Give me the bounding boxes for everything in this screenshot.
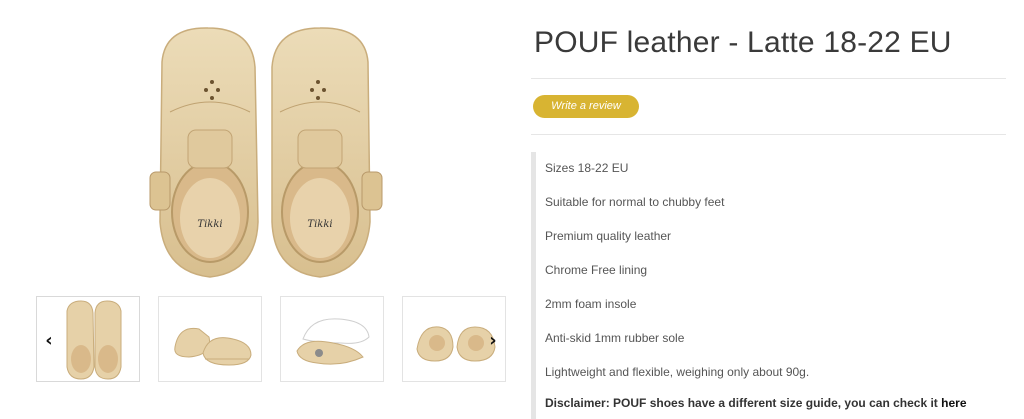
feature-item: Chrome Free lining <box>545 263 648 277</box>
write-review-button[interactable]: Write a review <box>533 95 639 118</box>
feature-item: Lightweight and flexible, weighing only … <box>545 365 810 379</box>
feature-list: Sizes 18-22 EU Suitable for normal to ch… <box>531 152 1006 419</box>
feature-item: Sizes 18-22 EU <box>545 161 629 175</box>
feature-item: Suitable for normal to chubby feet <box>545 195 725 209</box>
feature-item: Anti-skid 1mm rubber sole <box>545 331 685 345</box>
main-product-image[interactable]: Tikki Tikki <box>140 22 390 284</box>
right-shoe: Tikki <box>271 27 383 278</box>
product-title: POUF leather - Latte 18-22 EU <box>534 26 952 59</box>
size-guide-link[interactable]: here <box>941 396 966 410</box>
next-image-arrow-icon[interactable]: › <box>484 329 502 353</box>
divider <box>531 78 1006 79</box>
insole-logo-right: Tikki <box>307 219 332 230</box>
disclaimer-text: Disclaimer: POUF shoes have a different … <box>545 396 942 410</box>
thumbnail-sole-view[interactable] <box>280 296 384 382</box>
product-details: POUF leather - Latte 18-22 EU Write a re… <box>531 0 1006 419</box>
thumbnail-side-view[interactable] <box>158 296 262 382</box>
previous-image-arrow-icon[interactable]: ‹ <box>40 329 58 353</box>
feature-item: 2mm foam insole <box>545 297 637 311</box>
product-gallery: Tikki Tikki ‹ › <box>0 0 520 419</box>
divider <box>531 134 1006 135</box>
thumbnail-strip <box>36 296 524 384</box>
feature-item: Premium quality leather <box>545 229 672 243</box>
insole-logo-left: Tikki <box>197 219 222 230</box>
size-guide-disclaimer: Disclaimer: POUF shoes have a different … <box>545 396 967 410</box>
left-shoe: Tikki <box>149 27 259 278</box>
